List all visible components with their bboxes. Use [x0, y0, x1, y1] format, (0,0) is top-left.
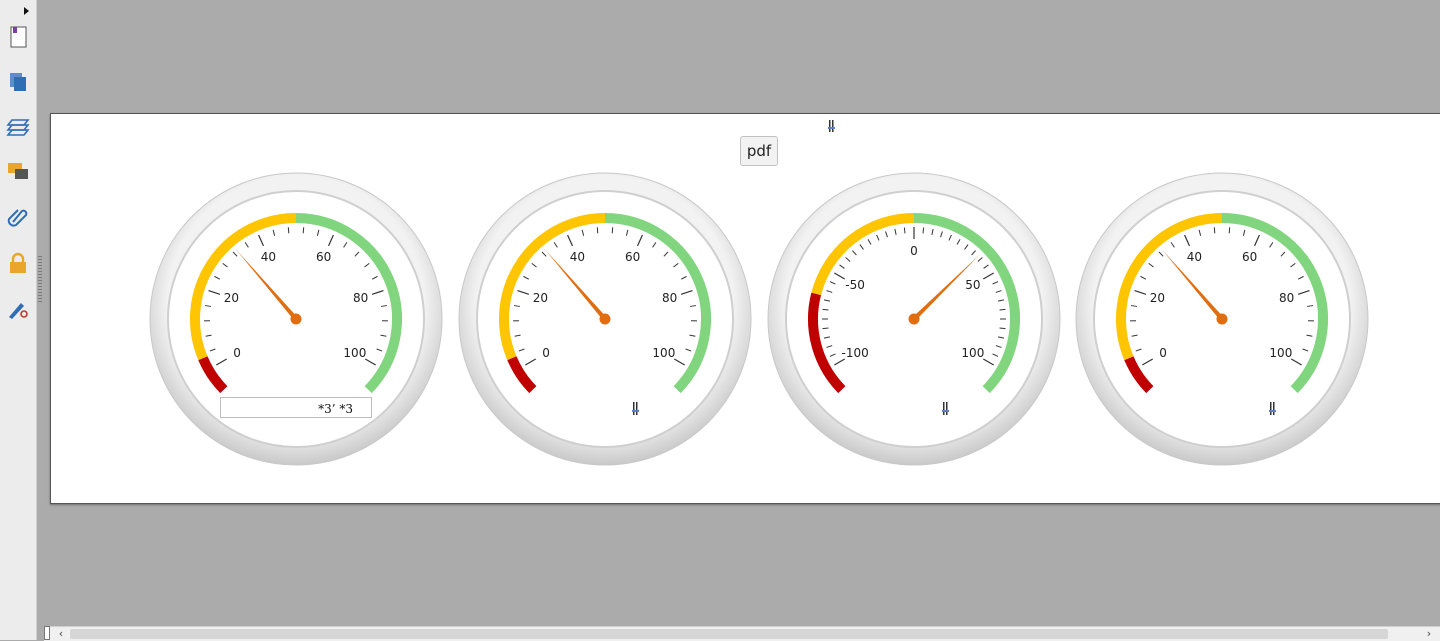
comments-icon[interactable] — [4, 158, 32, 186]
gauge-tick-label: 0 — [233, 346, 241, 360]
page-thumbnail-icon[interactable] — [4, 23, 32, 51]
gauge-value-field[interactable]: *3’ *3 — [220, 397, 372, 418]
text-cursor-icon — [631, 400, 641, 418]
gauge-tick-label: 0 — [910, 244, 918, 258]
scroll-left-arrow-icon[interactable]: ‹ — [54, 628, 68, 640]
gauge-tick-label: 20 — [1150, 291, 1165, 305]
gauge-needle-hub — [1217, 314, 1228, 325]
panel-resize-grip[interactable] — [38, 256, 42, 302]
gauge-minor-tick — [597, 227, 598, 233]
gauge-minor-tick — [904, 228, 905, 234]
left-toolbar — [0, 0, 37, 640]
gauge-needle-hub — [291, 314, 302, 325]
gauge-minor-tick — [303, 227, 304, 233]
gauge-tick-label: 60 — [316, 250, 331, 264]
scroll-corner-handle[interactable] — [44, 626, 50, 640]
gauge-minor-tick — [1000, 309, 1006, 310]
gauge-2: 0 20 40 60 80 100 — [458, 172, 752, 466]
gauge-tick-label: 0 — [1159, 346, 1167, 360]
gauge-tick-label: 80 — [353, 291, 368, 305]
gauge-tick-label: 50 — [965, 278, 980, 292]
gauge-1: 0 20 40 60 80 100 — [149, 172, 443, 466]
gauge-minor-tick — [1229, 227, 1230, 233]
scroll-thumb[interactable] — [70, 629, 1388, 639]
gauge-tick-label: 60 — [1242, 250, 1257, 264]
gauge-4: 0 20 40 60 80 100 — [1075, 172, 1369, 466]
gauge-tick-label: 100 — [652, 346, 675, 360]
gauge-minor-tick — [1214, 227, 1215, 233]
gauge-tick-label: 20 — [533, 291, 548, 305]
scroll-right-arrow-icon[interactable]: › — [1422, 628, 1436, 640]
gauge-tick-label: 40 — [261, 250, 276, 264]
gauge-tick-label: 80 — [662, 291, 677, 305]
copy-pages-icon[interactable] — [4, 68, 32, 96]
lock-icon[interactable] — [4, 249, 32, 277]
gauge-minor-tick — [1000, 328, 1006, 329]
gauge-minor-tick — [288, 227, 289, 233]
gauge-needle-hub — [909, 314, 920, 325]
gauge-tick-label: 20 — [224, 291, 239, 305]
text-cursor-icon — [941, 400, 951, 418]
toggle-arrow-icon[interactable] — [22, 0, 32, 8]
gauge-tick-label: 0 — [542, 346, 550, 360]
layers-icon[interactable] — [4, 113, 32, 141]
gauge-minor-tick — [612, 227, 613, 233]
gauge-tick-label: 40 — [1187, 250, 1202, 264]
gauge-tick-label: 100 — [343, 346, 366, 360]
gauge-tick-label: 100 — [961, 346, 984, 360]
text-cursor-icon — [1268, 400, 1278, 418]
gauge-tick-label: 60 — [625, 250, 640, 264]
pdf-button[interactable]: pdf — [740, 136, 778, 166]
signature-icon[interactable] — [4, 295, 32, 323]
text-cursor-icon — [827, 118, 837, 134]
gauge-tick-label: 100 — [1269, 346, 1292, 360]
gauge-minor-tick — [923, 228, 924, 234]
gauge-tick-label: -50 — [845, 278, 865, 292]
gauge-tick-label: 40 — [570, 250, 585, 264]
gauge-minor-tick — [823, 309, 829, 310]
gauge-minor-tick — [823, 328, 829, 329]
attachment-icon[interactable] — [4, 203, 32, 231]
horizontal-scrollbar[interactable]: ‹ › — [44, 626, 1440, 641]
gauge-tick-label: -100 — [841, 346, 868, 360]
gauge-needle-hub — [600, 314, 611, 325]
gauge-tick-label: 80 — [1279, 291, 1294, 305]
gauge-3: -100 -50 0 50 100 — [767, 172, 1061, 466]
